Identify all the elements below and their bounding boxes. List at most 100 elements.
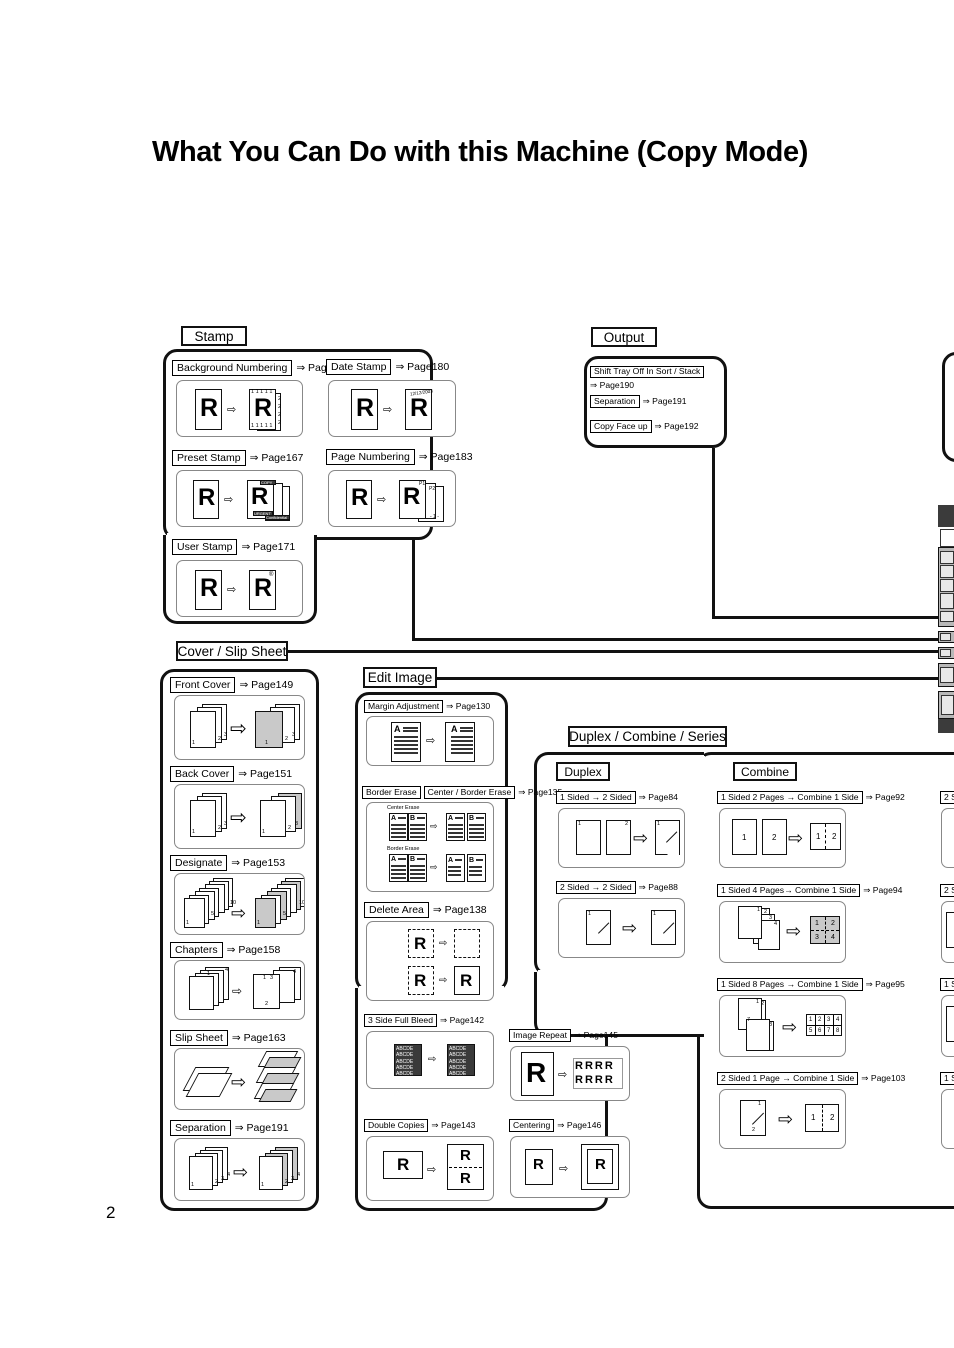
- item-label: Image Repeat: [509, 1029, 571, 1042]
- group-clipped-right-top: [942, 352, 954, 462]
- item-page-ref: ⇒ Page180: [395, 361, 450, 374]
- item-page-ref: ⇒ Page94: [863, 884, 903, 895]
- item-page-ref: ⇒ Page142: [439, 1014, 484, 1025]
- connector-stamp-horizontal: [412, 638, 954, 641]
- illustration-image-repeat: R ⇨ RRRR RRRR: [510, 1046, 630, 1101]
- item-output-separation: Separation ⇒ Page191: [590, 395, 687, 408]
- illustration-border-erase: Center Erase A B ⇨ A B Border Erase A B …: [366, 802, 494, 892]
- illustration-delete-area: R ⇨ R ⇨ R: [366, 921, 494, 1001]
- illustration-page-numbering: R ⇨ R P1 P2 - 1 -: [328, 470, 456, 527]
- item-label: Shift Tray Off In Sort / Stack: [590, 365, 705, 379]
- item-page-ref: ⇒ Page191: [642, 395, 687, 406]
- item-series-clipped-1: 2 S: [940, 791, 954, 804]
- item-label: Back Cover: [170, 766, 235, 783]
- item-label: 3 Side Full Bleed: [364, 1014, 437, 1027]
- item-slip-sheet: Slip Sheet ⇒ Page163: [170, 1030, 286, 1047]
- item-page-ref: ⇒ Page92: [865, 791, 905, 802]
- item-page-ref: ⇒ Page146: [557, 1119, 602, 1130]
- item-page-ref: ⇒ Page191: [234, 1122, 289, 1135]
- item-chapters: Chapters ⇒ Page158: [170, 942, 280, 959]
- item-2sided-2sided: 2 Sided → 2 Sided ⇒ Page88: [556, 881, 678, 894]
- illustration-combine-1s8p: 2 1 8 7 ⇨ 1 2 3 4 5 6 7 8: [719, 995, 846, 1057]
- item-label: 1 Sided → 2 Sided: [556, 791, 636, 804]
- item-page-ref: ⇒ Page190: [590, 380, 634, 390]
- subsection-tag-combine: Combine: [733, 762, 797, 781]
- item-page-ref: ⇒ Page103: [861, 1072, 906, 1083]
- item-designate: Designate ⇒ Page153: [170, 855, 285, 872]
- item-1sided-2sided: 1 Sided → 2 Sided ⇒ Page84: [556, 791, 678, 804]
- item-page-numbering: Page Numbering ⇒ Page183: [326, 449, 473, 466]
- item-border-erase: Border Erase Center / Border Erase ⇒ Pag…: [362, 786, 562, 799]
- section-tag-stamp: Stamp: [181, 326, 247, 346]
- item-page-ref: ⇒ Page130: [446, 700, 491, 711]
- item-label: 1 Sided 4 Pages→ Combine 1 Side: [717, 884, 861, 897]
- illustration-series-clipped-1: [941, 808, 954, 868]
- item-label: Page Numbering: [326, 449, 415, 466]
- item-page-ref: ⇒ Page138: [432, 904, 487, 917]
- illustration-combine-1s4p: 2 3 4 1 ⇨ 1 2 3 4: [719, 901, 846, 963]
- illustration-designate: 1 5 10 ⇨ 1 5 10: [174, 873, 305, 935]
- item-label: Delete Area: [364, 902, 429, 919]
- item-page-ref: ⇒ Page151: [238, 768, 293, 781]
- item-shift-tray: Shift Tray Off In Sort / Stack ⇒ Page190: [590, 361, 705, 391]
- item-label-alt: Center / Border Erase: [423, 786, 516, 799]
- item-label: 1 Sided 2 Pages → Combine 1 Side: [717, 791, 863, 804]
- section-tag-edit-image: Edit Image: [363, 667, 437, 688]
- item-label: Preset Stamp: [172, 450, 246, 467]
- operation-panel-image: [938, 505, 954, 735]
- illustration-combine-2s1p: 1 2 ⇨ 1 2: [719, 1089, 846, 1149]
- group-duplex-connector: [534, 972, 704, 1037]
- item-label: 2 S: [940, 791, 954, 804]
- connector-stamp-vertical: [412, 540, 415, 640]
- illustration-background-numbering: R ⇨ R 1 1 1 1 1 1 1 1 1 1 2 2 2 2: [176, 380, 303, 437]
- item-label: Date Stamp: [326, 359, 392, 376]
- item-page-ref: ⇒ Page183: [418, 451, 473, 464]
- item-background-numbering: Background Numbering ⇒ Page165: [172, 360, 350, 377]
- item-label: Separation: [170, 1120, 231, 1137]
- connector-edit-horizontal: [437, 677, 954, 680]
- item-page-ref: ⇒ Page88: [638, 881, 678, 892]
- connector-output-horizontal: [712, 616, 954, 619]
- page-title: What You Can Do with this Machine (Copy …: [152, 136, 808, 168]
- illustration-3-side-full-bleed: ABCDE ABCDE ABCDE ABCDE ABCDE ⇨ ABCDE ABCDE AB…: [366, 1031, 494, 1089]
- connector-output-vertical: [712, 448, 715, 618]
- item-copy-face-up: Copy Face up ⇒ Page192: [590, 420, 699, 433]
- item-combine-2s1p: 2 Sided 1 Page → Combine 1 Side ⇒ Page10…: [717, 1072, 905, 1085]
- item-page-ref: ⇒ Page163: [231, 1032, 286, 1045]
- item-label: Border Erase: [362, 786, 421, 799]
- item-delete-area: Delete Area ⇒ Page138: [364, 902, 487, 919]
- item-page-ref: ⇒ Page143: [431, 1119, 476, 1130]
- item-label: 2 S: [940, 884, 954, 897]
- illustration-slip-sheet: ⇨: [174, 1048, 305, 1110]
- item-label: Chapters: [170, 942, 223, 959]
- item-page-ref: ⇒ Page95: [865, 978, 905, 989]
- item-page-ref: ⇒ Page84: [638, 791, 678, 802]
- item-label: Slip Sheet: [170, 1030, 228, 1047]
- item-preset-stamp: Preset Stamp ⇒ Page167: [172, 450, 303, 467]
- item-series-clipped-4: 1 S: [940, 1072, 954, 1085]
- item-label: 1 Sided 8 Pages → Combine 1 Side: [717, 978, 863, 991]
- illustration-preset-stamp: R ⇨ R COPY URGENT Confidential: [176, 470, 303, 527]
- section-tag-output: Output: [591, 327, 657, 347]
- item-label: 2 Sided → 2 Sided: [556, 881, 636, 894]
- illustration-centering: R ⇨ R: [510, 1136, 630, 1198]
- connector-cover-horizontal: [288, 650, 954, 653]
- manual-page: What You Can Do with this Machine (Copy …: [0, 0, 954, 1348]
- illustration-cover-separation: 1234 ⇨ 1234: [174, 1138, 305, 1201]
- illustration-series-clipped-2: [941, 901, 954, 963]
- page-number: 2: [106, 1203, 116, 1222]
- item-label: Separation: [590, 395, 640, 408]
- group-duplex-joint: [538, 970, 704, 976]
- item-label: Background Numbering: [172, 360, 293, 377]
- item-user-stamp: User Stamp ⇒ Page171: [172, 539, 296, 556]
- item-page-ref: ⇒ Page145: [573, 1029, 618, 1040]
- item-double-copies: Double Copies ⇒ Page143: [364, 1119, 475, 1132]
- item-back-cover: Back Cover ⇒ Page151: [170, 766, 293, 783]
- item-combine-1s8p: 1 Sided 8 Pages → Combine 1 Side ⇒ Page9…: [717, 978, 905, 991]
- item-cover-separation: Separation ⇒ Page191: [170, 1120, 289, 1137]
- illustration-series-clipped-4: [941, 1089, 954, 1149]
- item-page-ref: ⇒ Page171: [241, 541, 296, 554]
- item-centering: Centering ⇒ Page146: [509, 1119, 601, 1132]
- illustration-series-clipped-3: [941, 995, 954, 1057]
- illustration-front-cover: 123 ⇨ 123: [174, 695, 305, 760]
